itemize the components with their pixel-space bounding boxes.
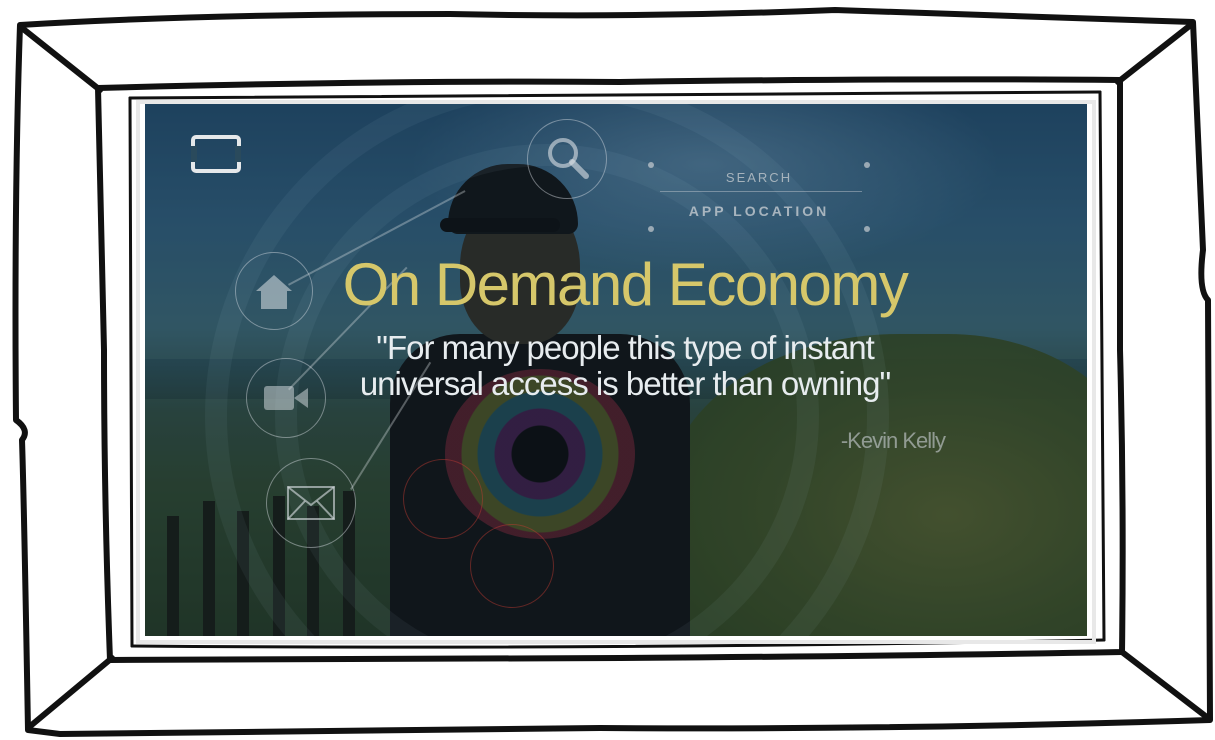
- quote-text: "For many people this type of instant un…: [295, 330, 955, 402]
- app-location-label: APP LOCATION: [688, 203, 830, 219]
- screen-logo-icon: [191, 135, 241, 173]
- video-screen[interactable]: SEARCH APP LOCATION On Demand Economy "F…: [145, 104, 1087, 636]
- search-divider: [660, 191, 862, 192]
- decorative-ring: [403, 459, 483, 539]
- search-icon: [548, 138, 589, 179]
- search-label: SEARCH: [725, 170, 793, 185]
- search-ring[interactable]: [527, 119, 607, 199]
- search-panel[interactable]: SEARCH APP LOCATION: [648, 162, 870, 232]
- quote-author: -Kevin Kelly: [840, 428, 946, 453]
- mail-ring[interactable]: [266, 458, 356, 548]
- quote-line-1: "For many people this type of instant: [376, 329, 875, 366]
- decorative-ring: [470, 524, 554, 608]
- quote-line-2: universal access is better than owning": [359, 365, 891, 402]
- mail-icon: [287, 486, 335, 520]
- video-title: On Demand Economy: [342, 251, 909, 318]
